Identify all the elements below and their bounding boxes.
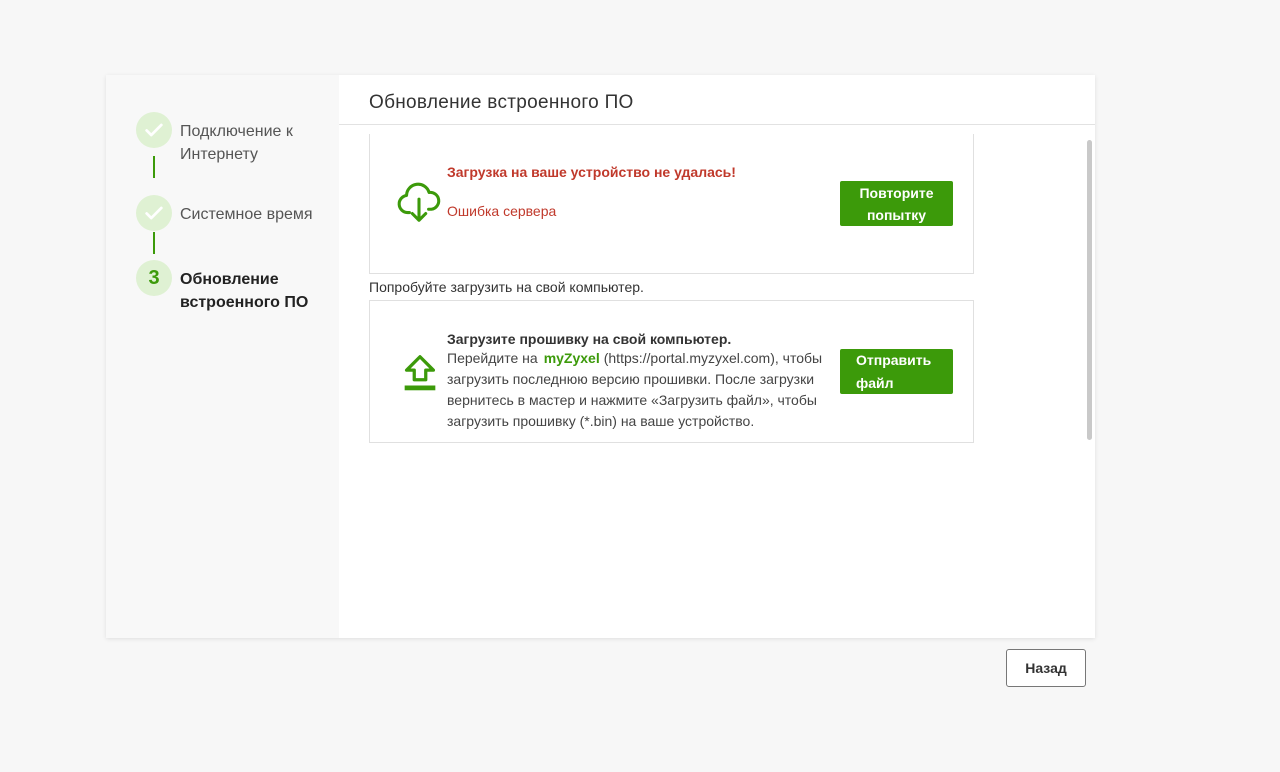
error-subtitle: Ошибка сервера <box>447 203 557 219</box>
check-icon <box>136 195 172 231</box>
download-error-card: Загрузка на ваше устройство не удалась! … <box>369 134 974 274</box>
upload-instructions: Перейдите на myZyxel (https://portal.myzyx… <box>447 348 837 432</box>
content-header: Обновление встроенного ПО <box>339 75 1095 125</box>
step-connector <box>153 232 155 254</box>
upload-card: Загрузите прошивку на свой компьютер. Пе… <box>369 300 974 443</box>
send-file-button[interactable]: Отправить файл <box>840 349 953 394</box>
error-title: Загрузка на ваше устройство не удалась! <box>447 164 736 180</box>
step-label: Подключение к Интернету <box>180 123 293 163</box>
wizard-steps: Подключение к Интернету Системное время … <box>106 75 339 638</box>
step-system-time: Системное время <box>106 195 339 231</box>
step-firmware-update: 3 Обновление встроенного ПО <box>106 260 339 314</box>
upload-title: Загрузите прошивку на свой компьютер. <box>447 331 732 347</box>
step-connector <box>153 156 155 178</box>
scroll-area[interactable]: Загрузка на ваше устройство не удалась! … <box>339 125 1095 443</box>
hint-text: Попробуйте загрузить на свой компьютер. <box>369 279 644 295</box>
step-label: Системное время <box>180 206 313 223</box>
myzyxel-link[interactable]: myZyxel <box>544 350 600 366</box>
step-internet-connection: Подключение к Интернету <box>106 112 339 166</box>
wizard-content: Обновление встроенного ПО Загрузка на ва… <box>339 75 1095 638</box>
step-number-badge: 3 <box>136 260 172 296</box>
wizard-panel: Подключение к Интернету Системное время … <box>106 75 1095 638</box>
upload-icon <box>404 355 436 391</box>
step-label: Обновление встроенного ПО <box>180 271 309 311</box>
check-icon <box>136 112 172 148</box>
vertical-scrollbar[interactable] <box>1087 140 1092 440</box>
retry-button[interactable]: Повторите попытку <box>840 181 953 226</box>
instructions-prefix: Перейдите на <box>447 350 538 366</box>
page-title: Обновление встроенного ПО <box>369 92 634 113</box>
back-button[interactable]: Назад <box>1006 649 1086 687</box>
cloud-download-icon <box>397 182 441 222</box>
